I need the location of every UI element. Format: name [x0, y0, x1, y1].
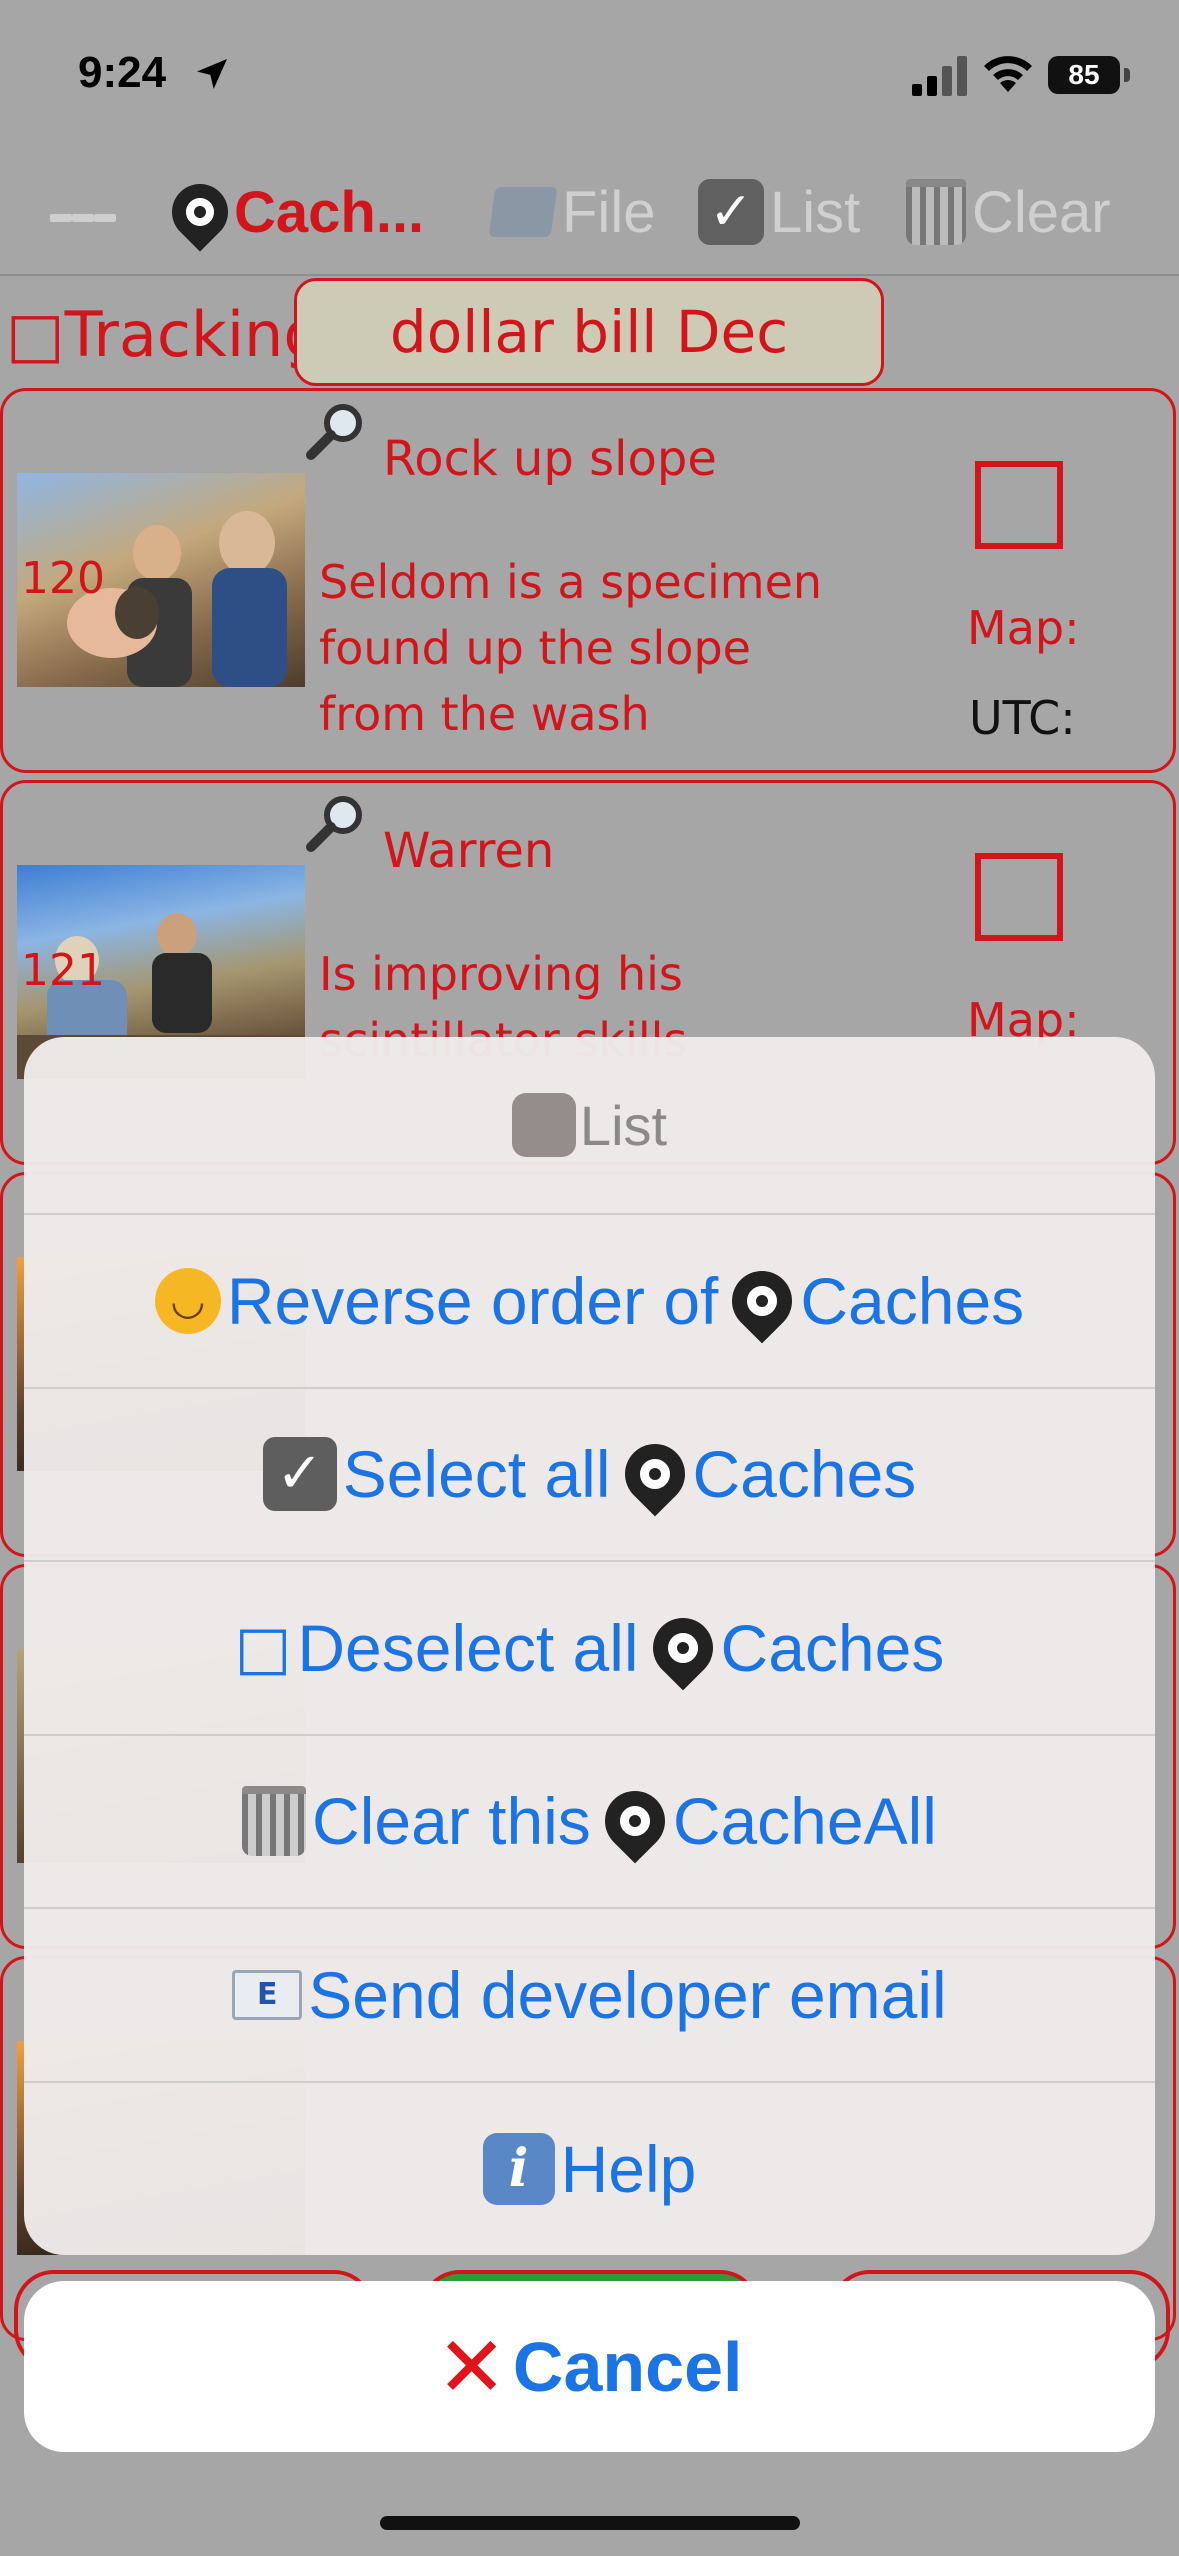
battery-tip — [1124, 68, 1130, 82]
checkbox-checked-icon: ✓ — [262, 1437, 337, 1512]
help-button[interactable]: i Help — [24, 2083, 1155, 2256]
eye-speech-bubble-icon — [612, 1431, 697, 1517]
tab-clear-label: Clear — [972, 179, 1111, 245]
magnifying-glass-icon[interactable] — [303, 791, 367, 855]
cache-number: 120 — [21, 553, 105, 604]
cache-description: Seldom is a specimen found up the slope … — [319, 555, 823, 741]
select-all-button[interactable]: ✓ Select all Caches — [24, 1389, 1155, 1562]
eye-speech-bubble-icon — [160, 172, 240, 252]
reverse-order-label: Reverse order of — [226, 1263, 719, 1338]
cache-select-checkbox[interactable] — [975, 461, 1063, 549]
top-toolbar: Cach... File ✓ List Clear — [0, 150, 1179, 276]
tab-file[interactable]: File — [488, 174, 656, 250]
info-icon: i — [482, 2133, 555, 2206]
clear-cache-button[interactable]: Clear this CacheAll — [24, 1736, 1155, 1909]
checkbox-empty-icon: □ — [234, 1612, 292, 1683]
cellular-signal-icon — [912, 56, 967, 96]
folder-icon — [488, 187, 558, 237]
cache-select-checkbox[interactable] — [975, 853, 1063, 941]
deselect-all-suffix: Caches — [720, 1610, 945, 1685]
eye-speech-bubble-icon — [592, 1778, 678, 1864]
cancel-label: Cancel — [512, 2327, 743, 2406]
utc-label: UTC: — [969, 691, 1076, 745]
status-bar: 9:24 85 — [0, 0, 1179, 150]
tab-caches-label: Cach... — [234, 179, 425, 245]
upside-down-face-icon: ◡ — [154, 1267, 221, 1334]
cache-photo[interactable]: 120 — [17, 473, 305, 687]
cross-mark-icon: ✕ — [436, 2317, 507, 2416]
tracking-row: □Tracking dollar bill Dec — [0, 276, 1179, 386]
tab-list-label: List — [770, 179, 861, 245]
select-all-label: Select all — [342, 1437, 611, 1512]
tracking-name-field[interactable]: dollar bill Dec — [294, 278, 884, 386]
help-label: Help — [560, 2132, 697, 2207]
cache-title: Rock up slope — [383, 431, 717, 487]
checkbox-checked-icon: ✓ — [698, 179, 764, 245]
status-time: 9:24 — [78, 48, 167, 97]
select-all-suffix: Caches — [692, 1437, 917, 1512]
battery-indicator: 85 — [1048, 56, 1120, 94]
tab-list[interactable]: ✓ List — [698, 174, 860, 250]
eye-speech-bubble-icon — [719, 1258, 805, 1344]
clear-cache-label: Clear this — [312, 1784, 591, 1859]
cache-number: 121 — [21, 945, 105, 996]
home-indicator[interactable] — [380, 2516, 800, 2530]
hamburger-menu-icon[interactable] — [50, 180, 116, 256]
wifi-icon — [984, 56, 1032, 92]
deselect-all-button[interactable]: □ Deselect all Caches — [24, 1562, 1155, 1736]
deselect-all-label: Deselect all — [297, 1610, 639, 1685]
tab-caches[interactable]: Cach... — [160, 172, 425, 252]
tab-clear[interactable]: Clear — [906, 174, 1111, 250]
action-sheet-title: List — [24, 1037, 1155, 1215]
reverse-order-suffix: Caches — [800, 1263, 1025, 1338]
send-email-button[interactable]: E Send developer email — [24, 1909, 1155, 2083]
action-sheet: List ◡ Reverse order of Caches ✓ Select … — [24, 1037, 1155, 2255]
cancel-button[interactable]: ✕ Cancel — [24, 2281, 1155, 2452]
tab-file-label: File — [562, 179, 656, 245]
cache-card[interactable]: 120 Rock up slope Seldom is a specimen f… — [0, 388, 1176, 773]
tracking-checkbox[interactable]: □Tracking — [6, 298, 323, 371]
list-square-icon — [511, 1093, 576, 1157]
send-email-label: Send developer email — [308, 1957, 947, 2032]
map-link[interactable]: Map: — [967, 601, 1080, 655]
magnifying-glass-icon[interactable] — [303, 399, 367, 463]
clear-cache-suffix: CacheAll — [672, 1784, 937, 1859]
wastebasket-icon — [242, 1786, 307, 1857]
email-icon: E — [232, 1969, 303, 2020]
eye-speech-bubble-icon — [640, 1605, 725, 1691]
reverse-order-button[interactable]: ◡ Reverse order of Caches — [24, 1215, 1155, 1389]
location-arrow-icon — [197, 59, 227, 89]
action-sheet-title-label: List — [579, 1093, 668, 1157]
wastebasket-icon — [906, 179, 966, 245]
cache-title: Warren — [383, 823, 555, 879]
